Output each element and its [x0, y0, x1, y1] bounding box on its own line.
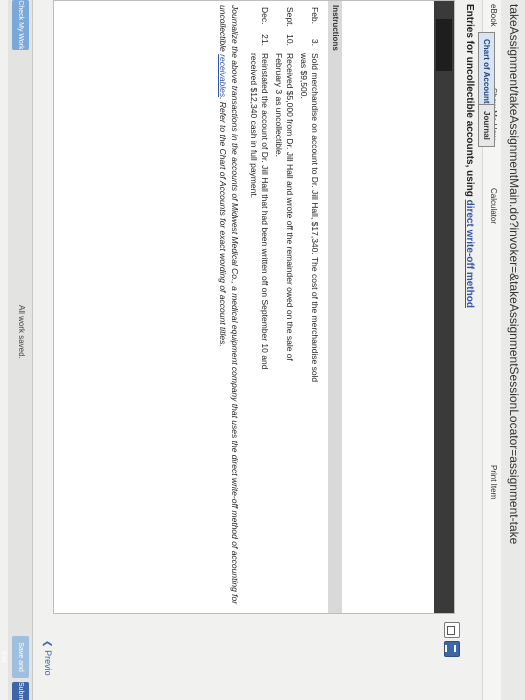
row-3-month: Dec. — [260, 7, 270, 25]
instructions-paragraph-line-1: Journalize the above transactions in the… — [230, 5, 240, 605]
print-item-link[interactable]: Print Item — [489, 465, 498, 499]
row-1-line-2: was $9,500. — [299, 53, 309, 99]
row-3-day: 21. — [260, 34, 270, 46]
row-1-line-1: Sold merchandise on account to Dr. Jill … — [310, 53, 320, 383]
row-2-line-1: Received $5,000 from Dr. Jill Hall and w… — [285, 53, 295, 361]
chevron-left-icon: ❮ — [43, 640, 53, 648]
assignment-panel: Instructions Feb. 3. Sold merchandise on… — [53, 0, 455, 614]
para-prefix: uncollectible — [218, 5, 228, 55]
url-text: takeAssignment/takeAssignmentMain.do?inv… — [507, 4, 521, 545]
tab-chart-of-accounts[interactable]: Chart of Accounts — [478, 32, 495, 116]
instructions-paragraph-line-2: uncollectible receivables. Refer to the … — [218, 5, 228, 347]
tab-journal[interactable]: Journal — [478, 104, 495, 147]
tab-strip-block — [436, 19, 452, 71]
check-my-work-button[interactable]: Check My Work — [12, 0, 29, 50]
previous-button[interactable]: ❮ Previo — [42, 640, 53, 676]
para-suffix: . Refer to the Chart of Accounts for exa… — [218, 97, 228, 347]
row-2-month: Sept. — [285, 7, 295, 27]
row-3-line-1: Reinstated the account of Dr. Jill Hall … — [260, 53, 270, 370]
direct-write-off-link[interactable]: direct write-off method — [464, 200, 475, 308]
ebook-link[interactable]: eBook — [489, 4, 498, 27]
instructions-header: Instructions — [328, 1, 342, 613]
screenshot-stage: takeAssignment/takeAssignmentMain.do?inv… — [0, 0, 525, 700]
rotated-page: takeAssignment/takeAssignmentMain.do?inv… — [0, 0, 525, 700]
row-1-day: 3. — [310, 38, 320, 46]
previous-label: Previo — [43, 650, 53, 676]
save-status: All work saved. — [17, 305, 26, 359]
tab-strip — [434, 1, 454, 613]
footer-bar: Check My Work All work saved. Save and E… — [0, 0, 33, 700]
menu-icon[interactable] — [444, 641, 460, 657]
instructions-title: Instructions — [331, 5, 340, 51]
row-3-line-2: received $12,340 cash in full payment. — [249, 53, 259, 199]
page-title: Entries for uncollectible accounts, usin… — [464, 4, 475, 308]
window-icon[interactable] — [444, 622, 460, 638]
row-1-month: Feb. — [310, 7, 320, 25]
submit-assignment-button[interactable]: Submit Ass — [12, 682, 29, 700]
row-2-day: 10. — [285, 34, 295, 46]
calculator-link[interactable]: Calculator — [489, 188, 498, 224]
row-2-line-2: February 3 as uncollectible. — [274, 53, 284, 157]
receivables-link[interactable]: receivables — [218, 54, 228, 97]
address-bar[interactable]: takeAssignment/takeAssignmentMain.do?inv… — [500, 0, 525, 700]
title-prefix: Entries for uncollectible accounts, usin… — [464, 4, 475, 200]
save-and-exit-button[interactable]: Save and Exit — [0, 636, 29, 678]
